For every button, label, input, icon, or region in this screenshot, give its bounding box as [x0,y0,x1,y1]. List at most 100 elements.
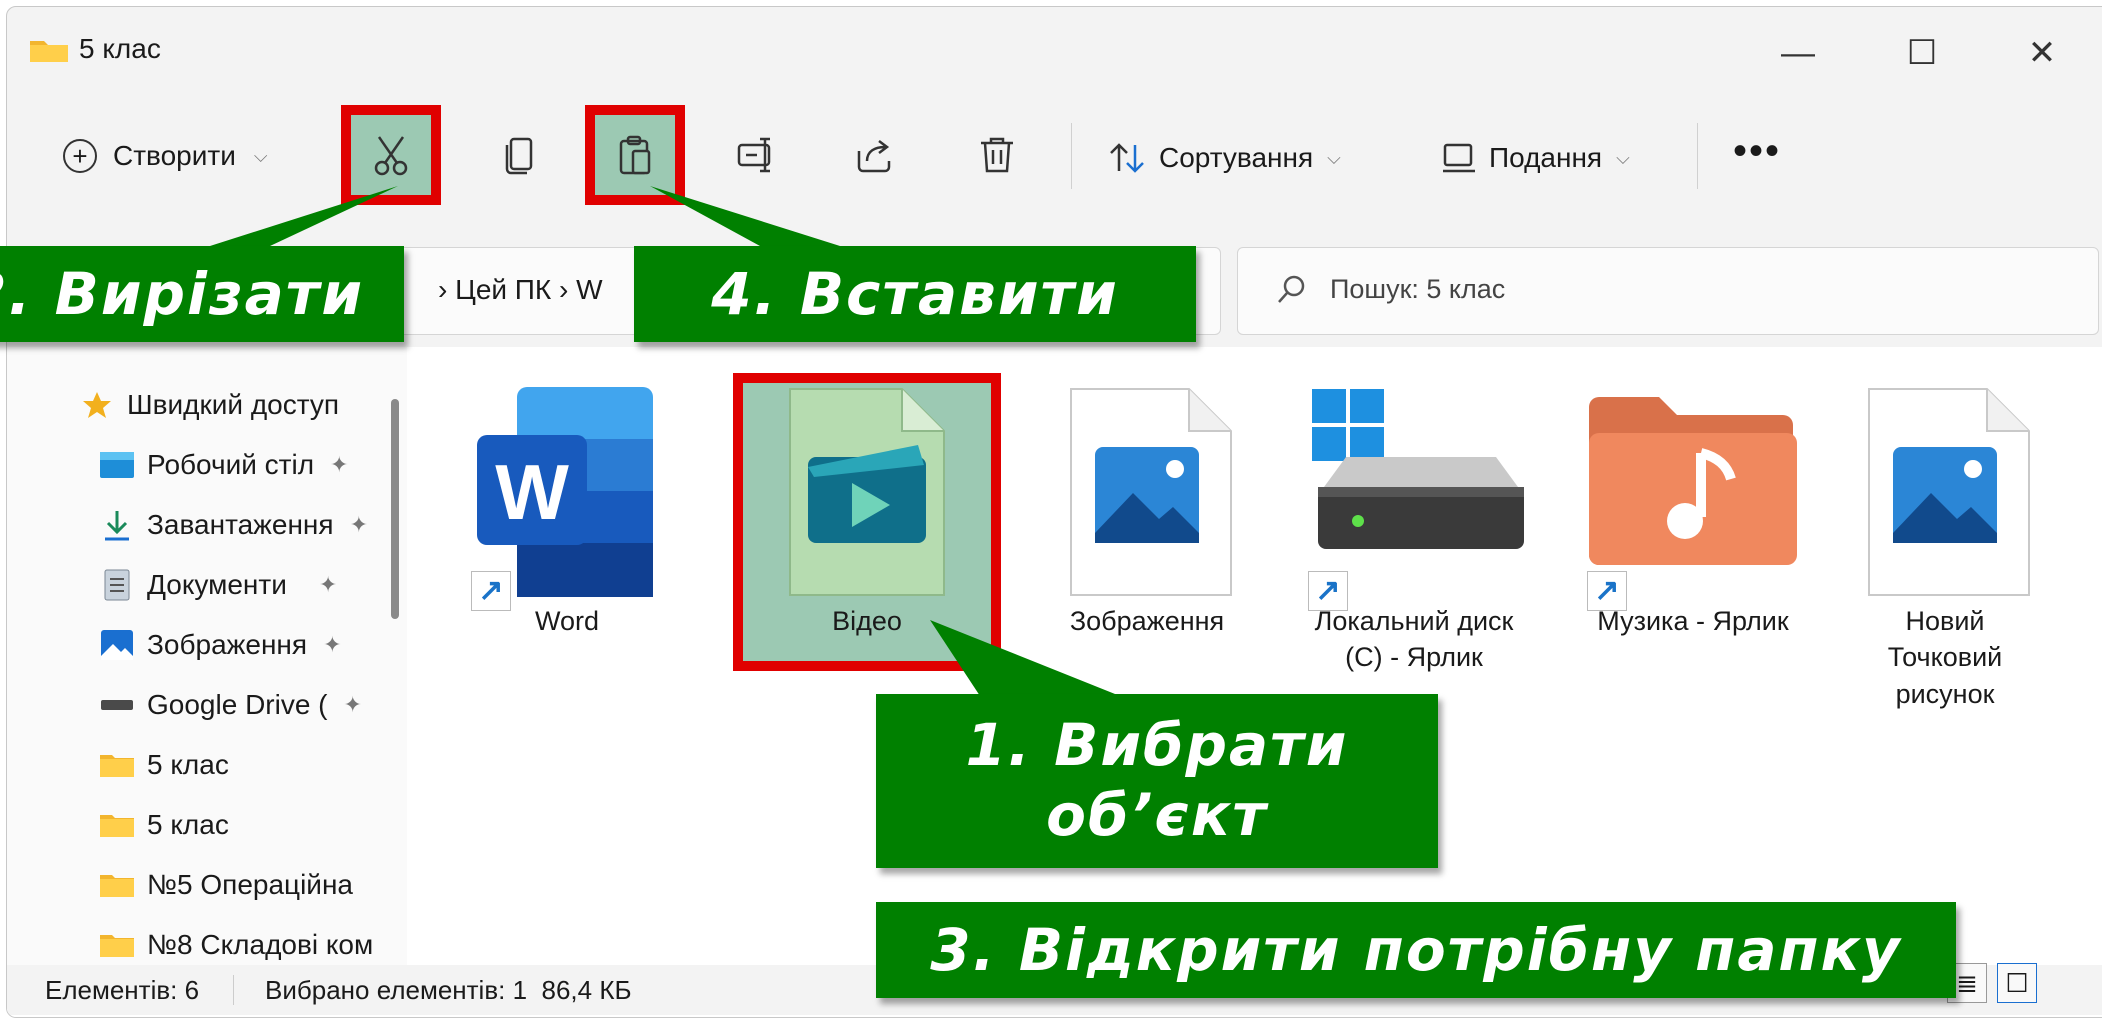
plus-icon: + [63,139,97,173]
svg-text:W: W [495,448,569,536]
more-options-button[interactable]: ••• [1733,129,1781,174]
delete-button[interactable] [947,105,1047,205]
nav-item-label: 5 клас [147,749,229,780]
pictures-icon [99,630,135,660]
file-item-music-shortcut[interactable]: ↗ Музика - Ярлик [1573,387,1813,639]
copy-icon [505,137,533,175]
select-callout-line1: 1. Вибрати [965,711,1349,780]
shortcut-arrow-icon: ↗ [1587,571,1627,611]
create-label: Створити [113,140,236,171]
file-name: Новий Точковий рисунок [1887,606,2003,709]
nav-item-label: Google Drive ( [147,689,328,720]
open-folder-callout: 3. Відкрити потрібну папку [876,902,1956,998]
title-bar: 5 клас — ☐ ✕ [7,7,2102,93]
rename-button[interactable] [707,105,807,205]
drive-icon [99,691,135,719]
music-folder-icon: ↗ [1583,387,1803,611]
separator [1071,123,1072,189]
file-name: Зображення [1069,606,1225,636]
chevron-down-icon: ⌵ [253,145,268,166]
shortcut-arrow-icon: ↗ [1308,571,1348,611]
desktop-icon [99,451,135,479]
file-item-local-disk[interactable]: ↗ Локальний диск (C) - Ярлик [1299,387,1529,676]
nav-item-folder[interactable]: 5 клас [99,809,229,841]
image-file-icon [1855,387,2035,597]
search-input[interactable]: Пошук: 5 клас [1330,274,1505,305]
folder-icon [99,811,135,839]
download-icon [99,511,135,541]
paste-button[interactable] [585,105,685,205]
nav-item-label: Завантаження [147,509,334,540]
clipboard-icon [619,135,651,175]
pin-icon: ✦ [343,692,362,717]
nav-scrollbar-thumb[interactable] [391,399,399,619]
search-box[interactable]: Пошук: 5 клас [1237,247,2099,335]
view-icon [1443,143,1475,173]
folder-icon [99,871,135,899]
pin-icon: ✦ [330,452,349,477]
nav-item-label: №8 Складові ком [147,929,374,960]
search-icon [1278,275,1305,303]
share-icon [857,140,891,173]
nav-item-folder[interactable]: №8 Складові ком [99,929,373,961]
breadcrumb[interactable]: › Цей ПК › W [438,274,603,306]
pin-icon: ✦ [318,572,338,597]
file-item-bitmap[interactable]: Новий Точковий рисунок [1845,387,2045,712]
chevron-down-icon: ⌵ [1327,147,1341,168]
pin-icon: ✦ [349,512,368,537]
share-button[interactable] [825,105,925,205]
view-toggle: ≣ ☐ [1947,963,2037,1003]
selection-info: Вибрано елементів: 1 86,4 КБ [265,975,632,1005]
maximize-button[interactable]: ☐ [1887,25,1957,81]
nav-item-documents[interactable]: Документи ✦ [99,569,337,601]
separator [233,975,234,1005]
drive-icon: ↗ [1304,387,1524,611]
shortcut-arrow-icon: ↗ [471,571,511,611]
nav-item-label: 5 клас [147,809,229,840]
minimize-button[interactable]: — [1763,25,1833,81]
pin-icon: ✦ [323,632,342,657]
close-button[interactable]: ✕ [2007,25,2077,81]
nav-item-folder[interactable]: 5 клас [99,749,229,781]
sort-button[interactable]: Сортування ⌵ [1107,141,1341,175]
window-title: 5 клас [79,33,161,64]
trash-icon [981,137,1013,173]
file-name: Word [534,606,600,636]
nav-item-pictures[interactable]: Зображення ✦ [99,629,342,661]
documents-icon [99,569,135,601]
view-button[interactable]: Подання ⌵ [1441,141,1630,175]
file-name: Відео [832,606,902,636]
sort-icon [1110,143,1144,173]
separator [1697,123,1698,189]
copy-button[interactable] [469,105,569,205]
command-bar: + Створити ⌵ Сортування ⌵ Подання ⌵ ••• [7,93,2102,231]
file-item-word[interactable]: W ↗ Word [467,387,667,639]
scissors-icon [374,136,408,176]
navigation-pane: Швидкий доступ Робочий стіл ✦ Завантажен… [7,347,407,967]
nav-item-desktop[interactable]: Робочий стіл ✦ [99,449,348,481]
file-item-image[interactable]: Зображення [1047,387,1247,639]
select-object-callout: 1. Вибрати об’єкт [876,694,1438,868]
nav-item-downloads[interactable]: Завантаження ✦ [99,509,368,541]
view-label: Подання [1489,142,1603,173]
cut-callout: 2. Вирізати [0,246,404,342]
cut-button[interactable] [341,105,441,205]
nav-item-google-drive[interactable]: Google Drive ( ✦ [99,689,362,721]
select-callout-line2: об’єкт [1046,781,1268,849]
nav-item-label: Зображення [147,629,308,660]
nav-item-quick-access[interactable]: Швидкий доступ [79,389,339,421]
create-button[interactable]: + Створити ⌵ [63,139,268,173]
nav-item-label: №5 Операційна [147,869,353,900]
file-item-video[interactable]: Відео [733,373,1001,671]
sort-label: Сортування [1159,142,1314,173]
star-icon [79,391,115,419]
nav-item-folder[interactable]: №5 Операційна [99,869,353,901]
icons-view-button[interactable]: ☐ [1997,963,2037,1003]
paste-callout: 4. Вставити [634,246,1196,342]
item-count: Елементів: 6 [45,975,200,1005]
nav-item-label: Документи [147,569,287,600]
nav-item-label: Швидкий доступ [127,389,340,420]
folder-icon [30,41,68,62]
rename-icon [737,137,771,173]
image-file-icon [1057,387,1237,597]
